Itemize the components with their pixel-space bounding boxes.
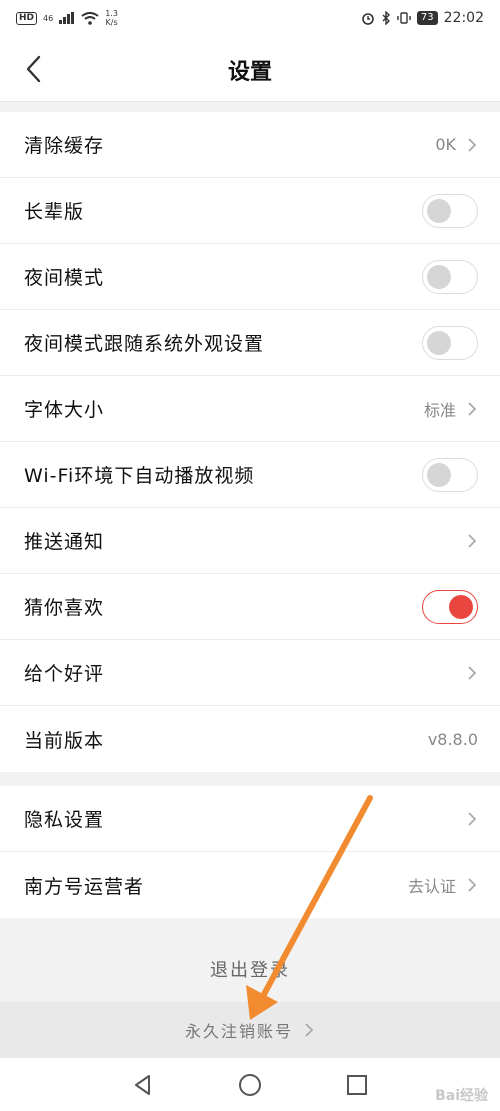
chevron-right-icon [468,878,477,892]
setting-recommendations: 猜你喜欢 [0,574,500,640]
net-speed-unit: K/s [105,18,118,27]
vibrate-icon [397,12,411,24]
logout-button[interactable]: 退出登录 [0,936,500,1002]
setting-label: 猜你喜欢 [24,597,105,619]
net-speed: 1.3 K/s [105,9,118,27]
toggle-knob [449,594,473,619]
setting-elder-mode: 长辈版 [0,178,500,244]
font-size-value: 标准 [423,400,456,420]
square-recent-icon[interactable] [344,1072,370,1098]
triangle-back-icon[interactable] [130,1072,156,1098]
system-navigation-bar [0,1058,500,1111]
page-title: 设置 [227,60,272,85]
toggle-knob [427,264,451,289]
recommendations-toggle[interactable] [422,589,478,624]
chevron-right-icon [468,401,477,416]
setting-night-follow-system: 夜间模式跟随系统外观设置 [0,310,500,376]
status-bar: HD 46 1.3 K/s 73 22:02 [0,0,500,36]
night-mode-toggle[interactable] [422,259,478,294]
circle-home-icon[interactable] [237,1072,263,1098]
chevron-right-icon [468,811,477,826]
settings-list-secondary: 隐私设置 南方号运营者 去认证 [0,786,500,918]
elder-mode-toggle[interactable] [422,193,478,228]
setting-font-size[interactable]: 字体大小 标准 [0,376,500,442]
toggle-knob [427,462,451,487]
setting-label: 长辈版 [24,201,85,223]
setting-operator[interactable]: 南方号运营者 去认证 [0,852,500,918]
setting-label: Wi-Fi环境下自动播放视频 [24,465,255,487]
clock: 22:02 [443,10,484,26]
setting-wifi-autoplay: Wi-Fi环境下自动播放视频 [0,442,500,508]
setting-label: 给个好评 [24,663,105,685]
setting-label: 推送通知 [24,531,105,553]
setting-label: 夜间模式跟随系统外观设置 [24,333,265,355]
wifi-icon [81,11,99,25]
signal-icon [59,12,75,24]
setting-current-version: 当前版本 v8.8.0 [0,706,500,772]
chevron-right-icon [305,1023,314,1037]
chevron-right-icon [468,137,477,152]
wifi-autoplay-toggle[interactable] [422,457,478,492]
setting-label: 夜间模式 [24,267,105,289]
battery-level: 73 [416,11,438,25]
setting-label: 清除缓存 [24,135,105,157]
settings-list: 清除缓存 0K 长辈版 夜间模式 夜间模式跟随系统外观设置 字体大小 标准 Wi… [0,112,500,772]
operator-value: 去认证 [407,877,456,896]
logout-label: 退出登录 [210,960,290,981]
net-speed-value: 1.3 [105,9,118,18]
watermark: Bai经验 [435,1088,488,1104]
setting-label: 南方号运营者 [24,875,145,898]
setting-label: 当前版本 [24,729,105,752]
setting-label: 字体大小 [24,399,105,421]
setting-night-mode: 夜间模式 [0,244,500,310]
setting-privacy[interactable]: 隐私设置 [0,786,500,852]
night-follow-system-toggle[interactable] [422,325,478,360]
cache-size: 0K [435,135,456,154]
setting-push-notifications[interactable]: 推送通知 [0,508,500,574]
delete-account-label: 永久注销账号 [184,1022,293,1041]
signal-tag: 46 [43,13,54,23]
setting-clear-cache[interactable]: 清除缓存 0K [0,112,500,178]
header: 设置 [0,36,500,102]
version-value: v8.8.0 [427,729,478,749]
setting-label: 隐私设置 [24,809,105,831]
alarm-icon [362,13,374,25]
chevron-right-icon [468,533,477,548]
toggle-knob [427,198,451,223]
chevron-right-icon [468,665,477,680]
hd-badge: HD [16,11,38,25]
bluetooth-icon [382,11,390,25]
setting-rate-app[interactable]: 给个好评 [0,640,500,706]
toggle-knob [427,330,451,355]
delete-account-button[interactable]: 永久注销账号 [0,1002,500,1058]
